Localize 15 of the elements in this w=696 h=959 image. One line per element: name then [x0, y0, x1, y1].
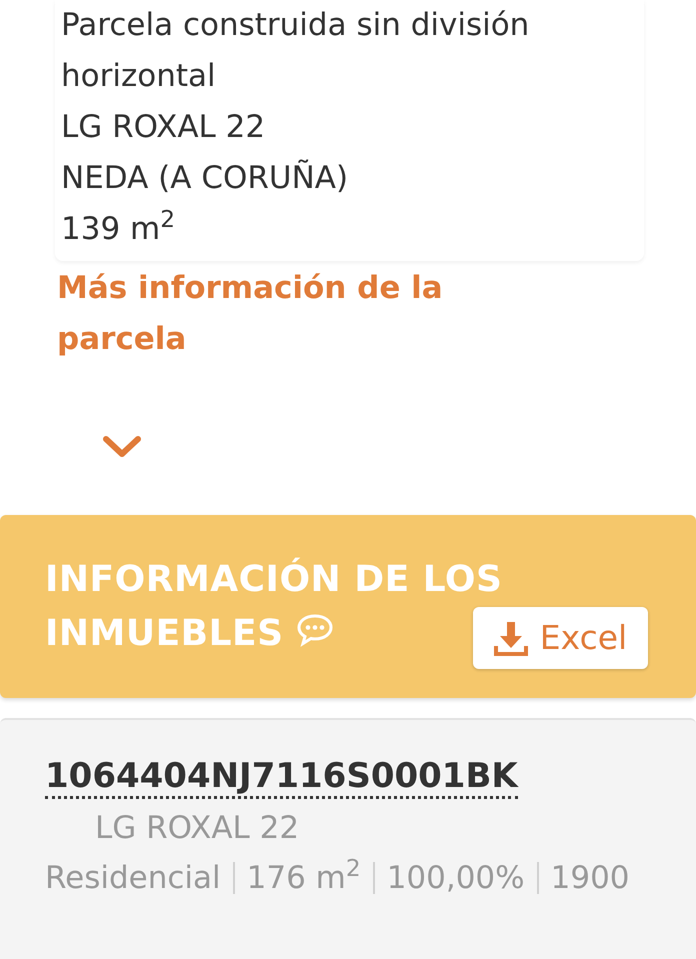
- property-detail: Residencial: [45, 859, 221, 898]
- property-detail: 1900: [550, 859, 630, 898]
- property-detail: 176 m$^{2}$: [246, 854, 361, 898]
- parcel-info-text: Parcela construida sin división horizontal: [61, 6, 530, 96]
- comment-icon[interactable]: [296, 613, 334, 647]
- property-detail: 100,00%: [386, 859, 525, 898]
- property-address: LG ROXAL 22: [95, 809, 300, 848]
- parcel-info-text: NEDA (A CORUÑA): [61, 158, 350, 198]
- more-info-link[interactable]: Más información de la parcela: [57, 263, 516, 365]
- download-icon: [494, 620, 528, 656]
- excel-button[interactable]: Excel: [473, 607, 648, 669]
- parcel-info-text: 139 m$^{2}$: [61, 205, 176, 249]
- parcel-info-text: LG ROXAL 22: [61, 108, 266, 147]
- cadastral-reference-link[interactable]: 1064404NJ7116S0001BK: [45, 756, 518, 799]
- chevron-icon[interactable]: [103, 435, 141, 459]
